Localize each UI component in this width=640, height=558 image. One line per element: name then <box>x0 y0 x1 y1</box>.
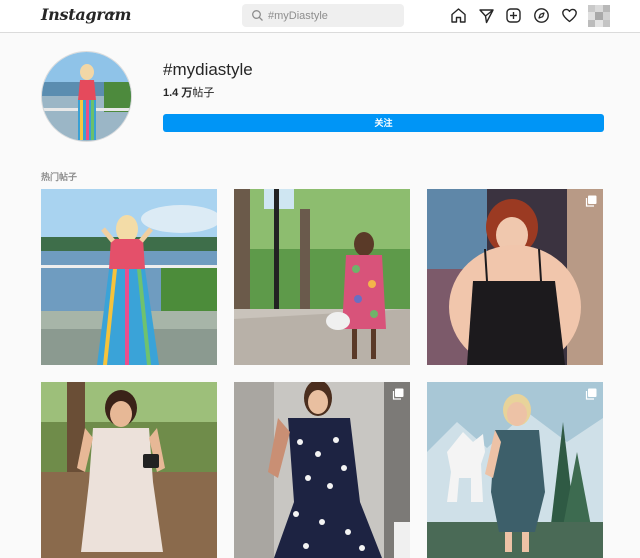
post-tile-5[interactable] <box>234 382 410 558</box>
top-navigation-bar: Instagram <box>0 0 640 33</box>
home-icon[interactable] <box>450 7 467 24</box>
post-count-suffix: 帖子 <box>192 87 215 99</box>
multiple-posts-icon <box>585 388 597 400</box>
explore-icon[interactable] <box>533 7 550 24</box>
hashtag-title: #mydiastyle <box>163 60 253 79</box>
instagram-logo[interactable]: Instagram <box>41 5 131 24</box>
post-count: 1.4 万帖子 <box>163 84 214 100</box>
post-tile-4[interactable] <box>41 382 217 558</box>
section-title-top-posts: 热门帖子 <box>41 172 78 182</box>
post-tile-2[interactable] <box>234 189 410 365</box>
multiple-posts-icon <box>392 388 404 400</box>
post-tile-3[interactable] <box>427 189 603 365</box>
search-box[interactable] <box>242 4 404 27</box>
hashtag-profile-image <box>41 51 132 142</box>
profile-avatar[interactable] <box>588 5 610 27</box>
search-icon <box>252 10 263 21</box>
activity-heart-icon[interactable] <box>561 7 578 24</box>
new-post-icon[interactable] <box>505 7 522 24</box>
post-tile-6[interactable] <box>427 382 603 558</box>
direct-icon[interactable] <box>478 7 495 24</box>
post-count-value: 1.4 万 <box>163 87 193 99</box>
multiple-posts-icon <box>585 195 597 207</box>
search-input[interactable] <box>268 7 398 24</box>
follow-button[interactable]: 关注 <box>163 114 604 132</box>
chevron-down-icon[interactable] <box>107 9 117 19</box>
post-tile-1[interactable] <box>41 189 217 365</box>
